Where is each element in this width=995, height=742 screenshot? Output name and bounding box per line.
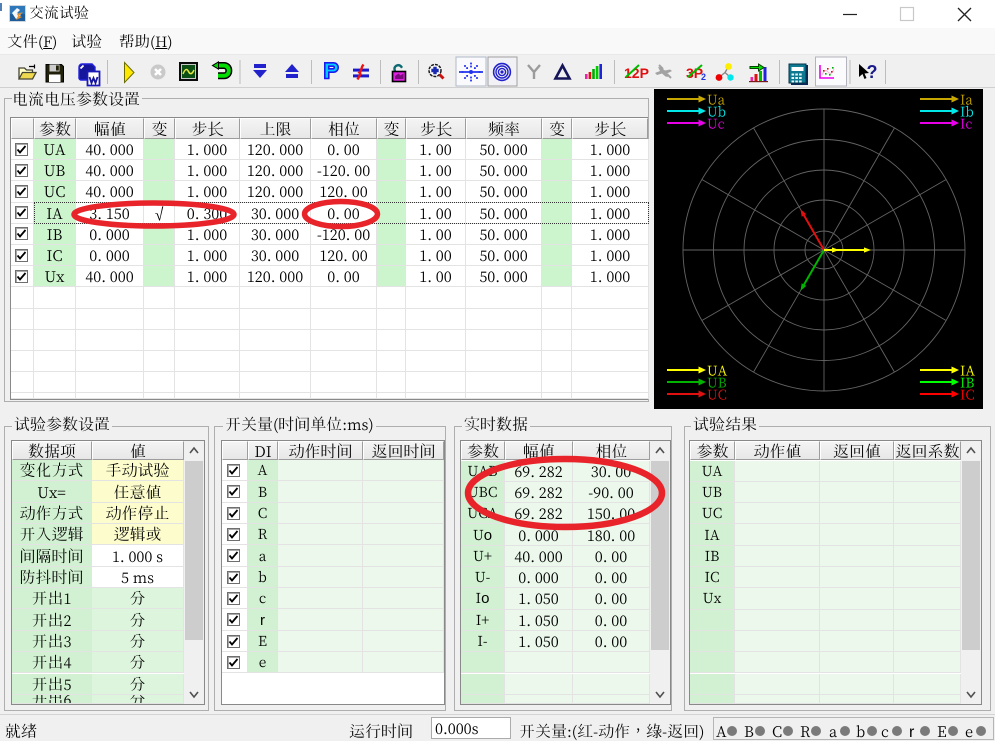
svg-text:Uc: Uc [707,116,725,133]
svg-text:2: 2 [701,72,706,82]
svg-text:IC: IC [960,387,975,404]
svg-text:Ic: Ic [960,116,972,133]
svg-text:?: ? [867,62,878,82]
svg-text:UC: UC [707,387,727,404]
